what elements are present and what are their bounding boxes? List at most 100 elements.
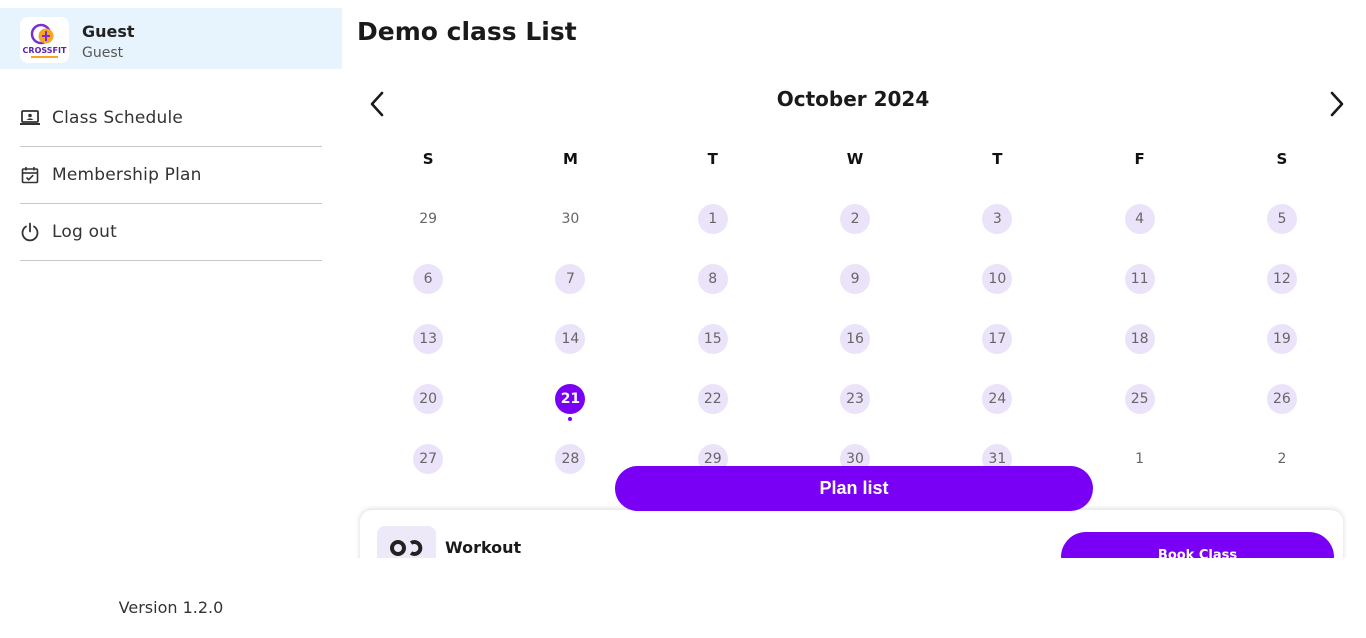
weekday-header-row: S M T W T F S: [357, 150, 1353, 168]
day-cell: 29: [357, 188, 499, 248]
day-cell: 13: [357, 308, 499, 368]
weekday-label: S: [1276, 150, 1288, 168]
calendar-day[interactable]: 2: [840, 204, 871, 234]
calendar-day-outside[interactable]: 2: [1267, 444, 1297, 474]
weekday-label: W: [846, 150, 864, 168]
main-content: Demo class List October 2024 S M T W T F…: [342, 0, 1366, 638]
day-cell: 8: [642, 248, 784, 308]
calendar-day[interactable]: 15: [697, 324, 728, 354]
chevron-left-icon: [370, 91, 384, 117]
sidebar-item-label: Membership Plan: [52, 165, 202, 185]
day-cell: 1: [642, 188, 784, 248]
weekday-label: S: [422, 150, 434, 168]
laptop-icon: [20, 108, 40, 128]
calendar-day[interactable]: 6: [413, 264, 444, 294]
prev-month-button[interactable]: [357, 84, 397, 124]
calendar-day[interactable]: 3: [982, 204, 1013, 234]
day-cell: 27: [357, 428, 499, 488]
calendar-day[interactable]: 9: [840, 264, 871, 294]
chevron-right-icon: [1330, 91, 1344, 117]
sidebar-menu: Class Schedule Membership Plan Log out: [20, 90, 322, 261]
app-version: Version 1.2.0: [118, 598, 224, 617]
day-cell: 17: [926, 308, 1068, 368]
weekday-label: T: [707, 150, 718, 168]
svg-text:CROSSFIT: CROSSFIT: [23, 46, 67, 55]
event-indicator-dot: [568, 417, 573, 421]
calendar-day[interactable]: 19: [1266, 324, 1297, 354]
calendar-day[interactable]: 7: [555, 264, 586, 294]
day-cell: 9: [784, 248, 926, 308]
day-cell: 23: [784, 368, 926, 428]
day-cell: 24: [926, 368, 1068, 428]
day-cell: 18: [1068, 308, 1210, 368]
calendar-day[interactable]: 10: [982, 264, 1013, 294]
weekday-label: T: [992, 150, 1003, 168]
day-cell: 14: [499, 308, 641, 368]
day-cell: 10: [926, 248, 1068, 308]
day-cell: 22: [642, 368, 784, 428]
sidebar-item-log-out[interactable]: Log out: [20, 204, 322, 261]
day-cell: 12: [1211, 248, 1353, 308]
sidebar-item-label: Class Schedule: [52, 108, 184, 128]
calendar-day[interactable]: 5: [1266, 204, 1297, 234]
calendar-day[interactable]: 1: [697, 204, 728, 234]
day-cell: 11: [1068, 248, 1210, 308]
calendar-day-outside[interactable]: 30: [555, 204, 585, 234]
calendar-day[interactable]: 28: [555, 444, 586, 474]
profile-role: Guest: [82, 45, 124, 61]
page-title: Demo class List: [357, 17, 577, 46]
day-cell: 30: [499, 188, 641, 248]
calendar-day[interactable]: 18: [1124, 324, 1155, 354]
calendar-day-outside[interactable]: 29: [413, 204, 443, 234]
day-cell: 16: [784, 308, 926, 368]
content-clip-mask: [342, 558, 1366, 638]
day-cell: 5: [1211, 188, 1353, 248]
day-cell: 3: [926, 188, 1068, 248]
profile-header[interactable]: CROSSFIT Guest Guest: [0, 8, 342, 69]
profile-name: Guest: [82, 22, 135, 41]
calendar-day[interactable]: 12: [1266, 264, 1297, 294]
weekday-label: M: [562, 150, 578, 168]
calendar-day[interactable]: 14: [555, 324, 586, 354]
power-icon: [20, 222, 40, 242]
sidebar-item-membership-plan[interactable]: Membership Plan: [20, 147, 322, 204]
sidebar-item-label: Log out: [52, 222, 118, 242]
calendar-day-outside[interactable]: 1: [1125, 444, 1155, 474]
calendar-day[interactable]: 17: [982, 324, 1013, 354]
month-title: October 2024: [776, 87, 930, 111]
calendar-day[interactable]: 27: [413, 444, 444, 474]
day-cell: 15: [642, 308, 784, 368]
calendar-day[interactable]: 23: [840, 384, 871, 414]
crossfit-logo-icon: CROSSFIT: [23, 23, 67, 58]
calendar-day[interactable]: 4: [1124, 204, 1155, 234]
calendar-day[interactable]: 25: [1124, 384, 1155, 414]
day-cell: 25: [1068, 368, 1210, 428]
day-cell: 19: [1211, 308, 1353, 368]
calendar-day[interactable]: 20: [413, 384, 444, 414]
next-month-button[interactable]: [1317, 84, 1357, 124]
day-cell: 7: [499, 248, 641, 308]
weekday-label: F: [1134, 150, 1145, 168]
day-cell: 4: [1068, 188, 1210, 248]
avatar: CROSSFIT: [20, 17, 69, 63]
calendar-header: October 2024: [357, 84, 1347, 124]
calendar-day[interactable]: 8: [697, 264, 728, 294]
sidebar-item-class-schedule[interactable]: Class Schedule: [20, 90, 322, 147]
calendar-day[interactable]: 22: [697, 384, 728, 414]
calendar-day[interactable]: 26: [1266, 384, 1297, 414]
day-cell: 2: [1211, 428, 1353, 488]
day-cell: 2: [784, 188, 926, 248]
day-cell: 26: [1211, 368, 1353, 428]
calendar-day[interactable]: 13: [413, 324, 444, 354]
calendar-day[interactable]: 11: [1124, 264, 1155, 294]
calendar-day[interactable]: 21: [555, 384, 586, 414]
sidebar: CROSSFIT Guest Guest Class Schedule Memb…: [0, 0, 342, 638]
day-cell: 21: [499, 368, 641, 428]
day-cell: 20: [357, 368, 499, 428]
day-cell: 6: [357, 248, 499, 308]
calendar-check-icon: [20, 165, 40, 185]
calendar-day[interactable]: 24: [982, 384, 1013, 414]
calendar-days-grid: 29 30 1 2 3 4 5 6 7 8 9 10 11 12 13 14 15 16 17 18 19 20 21 22 2…: [357, 188, 1353, 488]
plan-list-button[interactable]: Plan list: [615, 466, 1093, 511]
calendar-day[interactable]: 16: [840, 324, 871, 354]
